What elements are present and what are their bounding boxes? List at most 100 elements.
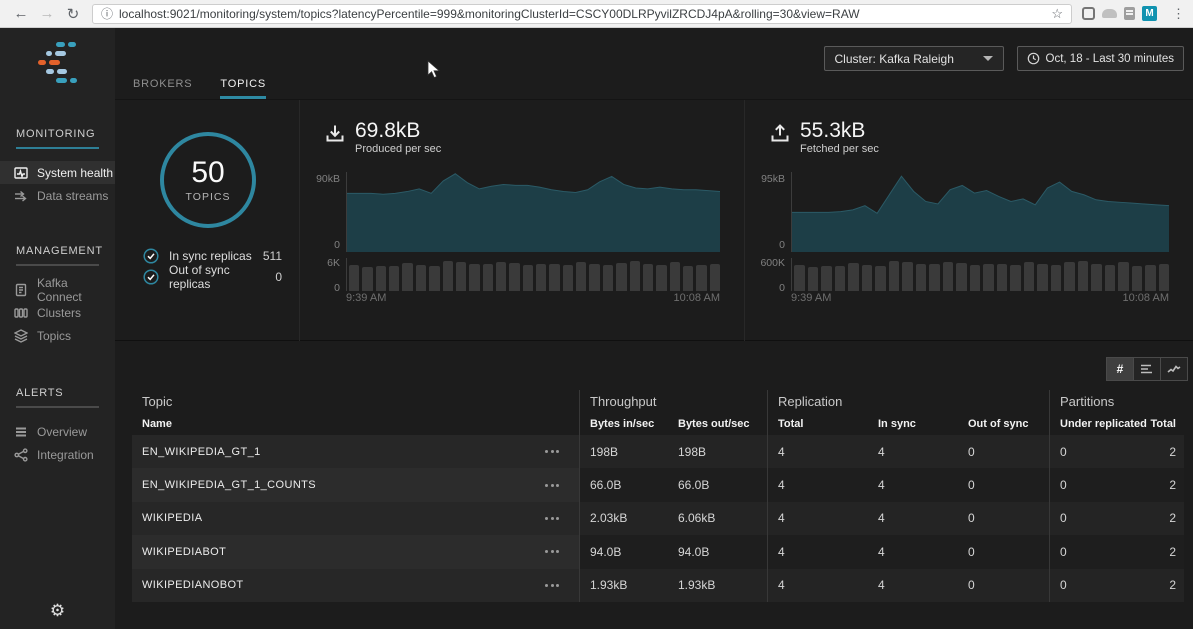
browser-menu-icon[interactable]: ⋮: [1172, 6, 1185, 22]
tab[interactable]: TOPICS: [220, 78, 266, 99]
browser-refresh-button[interactable]: ↻: [60, 5, 86, 23]
in-sync-cell: 4: [868, 535, 958, 568]
histogram-bar: [710, 264, 720, 291]
sidebar-item-label: Overview: [37, 425, 87, 439]
bar-view-button[interactable]: [1133, 357, 1161, 381]
histogram-bar: [402, 263, 412, 291]
table-row[interactable]: WIKIPEDIANOBOT 1.93kB 1.93kB 4 4 0 0 2: [132, 569, 1184, 602]
bytes-out-cell: 94.0B: [668, 535, 768, 568]
topic-name-cell[interactable]: WIKIPEDIA: [132, 502, 580, 535]
bytes-out-cell: 1.93kB: [668, 569, 768, 602]
more-options-button[interactable]: [545, 550, 559, 553]
url-text[interactable]: localhost:9021/monitoring/system/topics?…: [119, 7, 1045, 21]
time-range-button[interactable]: Oct, 18 - Last 30 minutes: [1017, 46, 1184, 71]
numeric-view-button[interactable]: #: [1106, 357, 1134, 381]
app-logo[interactable]: [35, 42, 81, 88]
sidebar-item[interactable]: Overview: [0, 420, 115, 443]
alerts-nav: Overview Integration: [0, 420, 115, 466]
browser-forward-button[interactable]: →: [34, 5, 60, 22]
topics-summary: 50 TOPICS In sync replicas 511: [115, 100, 300, 341]
part-total-cell: 2: [1150, 435, 1184, 468]
page-info-icon[interactable]: ⓘ: [101, 5, 113, 22]
topic-name: EN_WIKIPEDIA_GT_1: [142, 446, 261, 458]
more-options-button[interactable]: [545, 450, 559, 453]
histogram-bar: [696, 265, 706, 291]
group-partitions: Partitions: [1050, 390, 1184, 412]
replica-status-row: In sync replicas 511: [143, 248, 282, 264]
table-row[interactable]: EN_WIKIPEDIA_GT_1 198B 198B 4 4 0 0 2: [132, 435, 1184, 468]
more-options-button[interactable]: [545, 584, 559, 587]
extension-cloud-icon[interactable]: [1102, 9, 1117, 18]
table-row[interactable]: WIKIPEDIA 2.03kB 6.06kB 4 4 0 0 2: [132, 502, 1184, 535]
overview-panel: 50 TOPICS In sync replicas 511: [115, 100, 1193, 341]
histogram-bar: [1118, 262, 1129, 291]
sidebar-item[interactable]: Kafka Connect: [0, 278, 115, 301]
histogram-bar: [443, 261, 453, 291]
more-options-button[interactable]: [545, 484, 559, 487]
sidebar-item[interactable]: System health: [0, 161, 115, 184]
sidebar-item-icon: [14, 306, 28, 320]
topic-name: WIKIPEDIANOBOT: [142, 579, 244, 591]
histogram-bar: [1091, 264, 1102, 291]
check-circle-icon[interactable]: [143, 248, 159, 264]
fetched-rate-label: Fetched per sec: [800, 143, 879, 155]
fetched-chart: 55.3kB Fetched per sec 95kB 0 600K 0 9:3…: [745, 100, 1193, 341]
extension-clipboard-icon[interactable]: [1124, 7, 1135, 20]
check-circle-icon[interactable]: [143, 269, 159, 285]
address-bar[interactable]: ⓘ localhost:9021/monitoring/system/topic…: [92, 4, 1072, 24]
repl-total-cell: 4: [768, 435, 868, 468]
x-axis-start-label: 9:39 AM: [791, 292, 831, 304]
histogram-bar: [983, 264, 994, 291]
under-replicated-cell: 0: [1050, 535, 1150, 568]
in-sync-cell: 4: [868, 502, 958, 535]
histogram-bar: [1145, 265, 1156, 291]
sidebar-item[interactable]: Integration: [0, 443, 115, 466]
sidebar-item-label: Integration: [37, 448, 94, 462]
table-row[interactable]: WIKIPEDIABOT 94.0B 94.0B 4 4 0 0 2: [132, 535, 1184, 568]
browser-back-button[interactable]: ←: [8, 5, 34, 22]
bytes-in-cell: 198B: [580, 435, 668, 468]
histogram-bar: [1037, 264, 1048, 291]
histogram-bar: [794, 265, 805, 291]
histogram-bar: [835, 266, 846, 291]
extension-m-icon[interactable]: M: [1142, 6, 1157, 21]
table-view-switcher: #: [1106, 357, 1188, 381]
main-content: BROKERS TOPICS Cluster: Kafka Raleigh Oc…: [115, 28, 1193, 629]
upload-icon: [769, 123, 791, 145]
histogram-bar: [821, 266, 832, 291]
extension-square-icon[interactable]: [1082, 7, 1095, 20]
histogram-bar: [997, 264, 1008, 292]
topic-name-cell[interactable]: WIKIPEDIABOT: [132, 535, 580, 568]
topic-name: EN_WIKIPEDIA_GT_1_COUNTS: [142, 479, 316, 491]
topic-name-cell[interactable]: EN_WIKIPEDIA_GT_1_COUNTS: [132, 468, 580, 501]
histogram-bar: [902, 262, 913, 291]
more-options-button[interactable]: [545, 517, 559, 520]
topic-name-cell[interactable]: WIKIPEDIANOBOT: [132, 569, 580, 602]
sidebar-item[interactable]: Topics: [0, 324, 115, 347]
bars-axis-max-label: 600K: [745, 257, 785, 269]
sidebar: MONITORING System health Data streams MA…: [0, 28, 115, 629]
check-label: In sync replicas: [169, 249, 253, 263]
part-total-cell: 2: [1150, 569, 1184, 602]
histogram-bar: [862, 265, 873, 291]
in-sync-cell: 4: [868, 468, 958, 501]
histogram-bar: [808, 267, 819, 291]
fetched-chart-header: 55.3kB Fetched per sec: [769, 120, 879, 155]
time-range-label: Oct, 18 - Last 30 minutes: [1046, 53, 1174, 65]
bookmark-star-icon[interactable]: ☆: [1051, 6, 1063, 22]
topic-name-cell[interactable]: EN_WIKIPEDIA_GT_1: [132, 435, 580, 468]
out-of-sync-cell: 0: [958, 502, 1050, 535]
tab[interactable]: BROKERS: [133, 78, 192, 99]
settings-gear-icon[interactable]: ⚙: [0, 601, 115, 621]
topic-name: WIKIPEDIA: [142, 512, 202, 524]
under-replicated-cell: 0: [1050, 569, 1150, 602]
sidebar-item[interactable]: Clusters: [0, 301, 115, 324]
line-view-button[interactable]: [1160, 357, 1188, 381]
cluster-selector[interactable]: Cluster: Kafka Raleigh: [824, 46, 1004, 71]
sidebar-item[interactable]: Data streams: [0, 184, 115, 207]
x-axis-end-label: 10:08 AM: [1123, 292, 1169, 304]
table-row[interactable]: EN_WIKIPEDIA_GT_1_COUNTS 66.0B 66.0B 4 4…: [132, 468, 1184, 501]
line-chart-icon: [1167, 363, 1181, 375]
histogram-bar: [429, 266, 439, 291]
histogram-bar: [549, 264, 559, 292]
